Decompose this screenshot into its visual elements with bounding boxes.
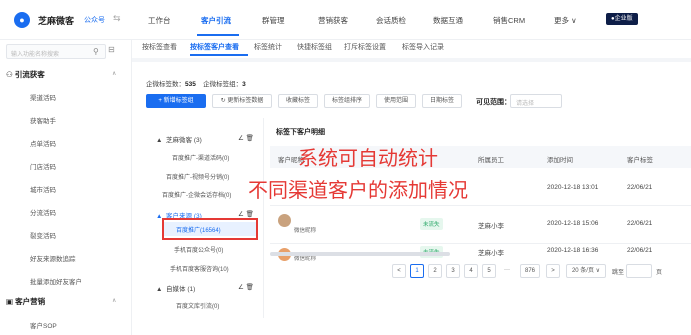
sidebar-item-split-code[interactable]: 分流活码 [30,207,56,217]
customer-tags: 22/06/21 [627,220,653,227]
add-time: 2020-12-18 15:06 [547,220,599,227]
prev-page-button[interactable]: < [392,264,406,278]
sidebar-item-fission-code[interactable]: 裂变活码 [30,230,56,240]
page-button[interactable]: 2 [428,264,442,278]
customer-tags: 22/06/21 [627,247,653,254]
chevron-up-icon[interactable]: ∧ [112,70,116,77]
page-button[interactable]: 5 [482,264,496,278]
sidebar-item-order-code[interactable]: 点单活码 [30,138,56,148]
brand-logo-icon: ● [14,12,30,28]
nav-workbench[interactable]: 工作台 [148,15,171,26]
column-header: 所属员工 [478,157,504,164]
add-time: 2020-12-18 13:01 [547,184,599,191]
staff-name: 芝麻小李 [478,223,504,230]
customer-tags: 22/06/21 [627,184,653,191]
tab-tag-stats[interactable]: 标签统计 [254,42,282,52]
table-row[interactable]: 微信昵称 未流失 芝麻小李 2020-12-18 16:36 22/06/21 [270,240,691,262]
nav-more[interactable]: 更多 ∨ [554,15,577,26]
annotation-line-2: 不同渠道客户的添加情况 [248,178,468,202]
add-time: 2020-12-18 16:36 [547,247,599,254]
page-button[interactable]: 876 [520,264,540,278]
goto-page-input[interactable] [626,264,652,278]
page-button[interactable]: 1 [410,264,424,278]
page-unit-label: 页 [656,270,663,276]
sidebar-item-store-code[interactable]: 门店活码 [30,161,56,171]
tree-item[interactable]: 手机百度客服咨询(10) [170,264,229,273]
visible-range-label: 可见范围： [476,99,511,106]
active-subtab-indicator [190,54,248,56]
nav-group-manage[interactable]: 群管理 [262,15,285,26]
tree-group-media[interactable]: ▲ 自媒体 (1) [156,283,195,293]
sidebar-item-bulk-add[interactable]: 批量添加好友客户 [30,276,82,286]
visible-range-select[interactable]: 请选择 [510,94,562,108]
edit-delete-icon[interactable]: ∠ 🗑 [238,210,254,218]
sidebar: 输入功能名称搜索 ⚲ ⊟ ⚇ 引流获客 ∧ 渠道活码 获客助手 点单活码 门店活… [0,40,132,335]
nav-session-check[interactable]: 会话质检 [376,15,406,26]
nav-data-sync[interactable]: 数据互通 [433,15,463,26]
page-size-select[interactable]: 20 条/页 ∨ [566,264,606,278]
customer-nickname: 微信昵称 [294,228,317,234]
sidebar-item-acquire-helper[interactable]: 获客助手 [30,115,56,125]
highlight-box [162,218,258,240]
active-nav-indicator [197,34,239,36]
page-button[interactable]: 3 [446,264,460,278]
goto-label: 跳至 [612,270,625,276]
tab-import-records[interactable]: 标签导入记录 [402,42,444,52]
search-icon[interactable]: ⚲ [93,47,99,56]
column-header: 添加时间 [547,157,573,164]
edit-delete-icon[interactable]: ∠ 🗑 [238,283,254,291]
enterprise-badge: ●企业版 [606,13,638,25]
next-page-button[interactable]: > [546,264,560,278]
tab-by-tag[interactable]: 按标签查看 [142,42,177,52]
nav-customer-acquisition[interactable]: 客户引流 [201,15,231,26]
sidebar-group-marketing[interactable]: ▣ 客户营销 [6,296,45,307]
chevron-up-icon[interactable]: ∧ [112,297,116,304]
tab-tag-settings[interactable]: 打斥标签设置 [344,42,386,52]
page-ellipsis: ··· [504,267,510,273]
staff-name: 芝麻小李 [478,250,504,257]
collapse-sidebar-icon[interactable]: ⊟ [108,45,115,54]
tree-item[interactable]: 百度推广-渠道活码(0) [172,153,229,162]
column-header: 客户标签 [627,157,653,164]
tab-by-tag-customers[interactable]: 按标签客户查看 [190,42,239,52]
avatar [278,214,291,227]
table-title: 标签下客户明细 [276,129,325,136]
annotation-line-1: 系统可自动统计 [298,146,438,170]
search-placeholder: 输入功能名称搜索 [11,52,60,58]
sidebar-item-friend-source[interactable]: 好友来源数追踪 [30,253,76,263]
tree-group-zhima[interactable]: ▲ 芝麻微客 (3) [156,134,202,144]
tree-item[interactable]: 百度推广-视频号分销(0) [166,172,229,181]
sidebar-item-channel-code[interactable]: 渠道活码 [30,92,56,102]
horizontal-scrollbar[interactable] [270,252,450,256]
brand-name: 芝麻微客 [38,16,75,26]
status-badge: 未流失 [420,218,443,230]
tree-item[interactable]: 百度推广-企微会话存档(0) [162,190,231,199]
date-tag-button[interactable]: 日期标签 [422,94,462,108]
top-navigation: ● 芝麻微客 公众号 ⇆ 工作台 客户引流 群管理 营销获客 会话质检 数据互通… [0,0,691,40]
brand-sub[interactable]: 公众号 [84,15,105,25]
nav-sales-crm[interactable]: 销售CRM [493,15,525,26]
page-button[interactable]: 4 [464,264,478,278]
sidebar-group-acquisition[interactable]: ⚇ 引流获客 [6,69,45,80]
edit-delete-icon[interactable]: ∠ 🗑 [238,134,254,142]
sidebar-search-input[interactable]: 输入功能名称搜索 ⚲ [6,44,106,59]
tag-stats: 企微标签数：535 企微标签组：3 [146,81,246,88]
collect-tag-button[interactable]: 收藏标签 [278,94,318,108]
tab-quick-tag-group[interactable]: 快捷标签组 [297,42,332,52]
update-tag-data-button[interactable]: ↻ 更新标签数据 [212,94,272,108]
divider [132,58,691,62]
switch-account-icon[interactable]: ⇆ [113,13,121,24]
tree-item[interactable]: 百度文库引流(0) [176,301,219,310]
nav-marketing[interactable]: 营销获客 [318,15,348,26]
use-range-button[interactable]: 使用范围 [376,94,416,108]
new-tag-group-button[interactable]: + 新增标签组 [146,94,206,108]
sidebar-item-city-code[interactable]: 城市活码 [30,184,56,194]
table-row[interactable]: 微信昵称 未流失 芝麻小李 2020-12-18 15:06 22/06/21 [270,206,691,244]
tree-item[interactable]: 手机百度公众号(0) [174,245,223,254]
sort-tag-group-button[interactable]: 标签组排序 [324,94,370,108]
sidebar-item-sop[interactable]: 客户SOP [30,320,57,330]
